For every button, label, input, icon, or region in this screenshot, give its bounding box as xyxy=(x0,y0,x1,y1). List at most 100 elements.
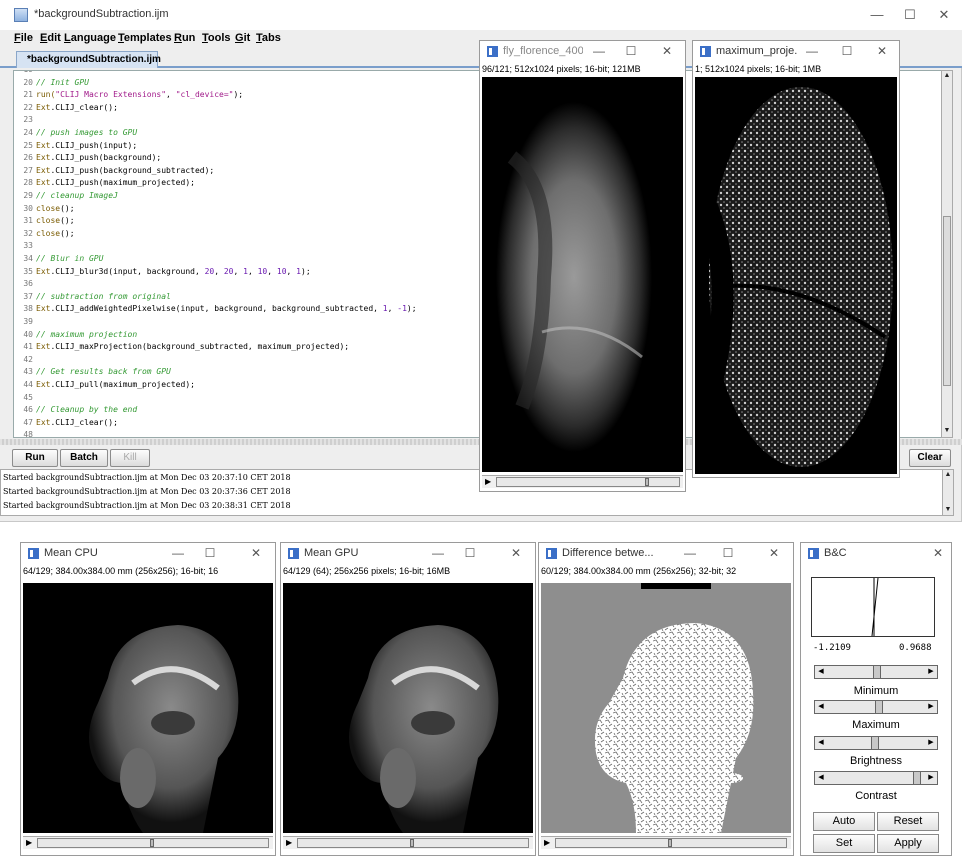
image-canvas-mean-cpu[interactable] xyxy=(23,583,273,833)
output-line: Started backgroundSubtraction.ijm at Mon… xyxy=(3,501,291,510)
close-icon[interactable]: ✕ xyxy=(929,546,947,560)
output-vertical-scrollbar[interactable]: ▲ ▼ xyxy=(942,469,954,516)
maximize-icon[interactable]: ☐ xyxy=(719,546,737,560)
slice-knob[interactable] xyxy=(645,478,649,486)
kill-button[interactable]: Kill xyxy=(110,449,150,467)
image-canvas-mean-gpu[interactable] xyxy=(283,583,533,833)
minimize-icon[interactable]: — xyxy=(862,6,892,24)
image-window-mean-gpu[interactable]: Mean GPU — ☐ ✕ 64/129 (64); 256x256 pixe… xyxy=(280,542,536,856)
output-line: Started backgroundSubtraction.ijm at Mon… xyxy=(3,487,291,496)
code-token: .CLIJ_clear(); xyxy=(50,417,118,427)
batch-button[interactable]: Batch xyxy=(60,449,108,467)
window-titlebar[interactable]: Mean GPU — ☐ ✕ xyxy=(281,543,535,565)
slider-knob[interactable] xyxy=(875,701,883,713)
menu-language[interactable]: Language xyxy=(64,32,116,44)
scroll-up-icon[interactable]: ▲ xyxy=(943,470,953,480)
close-icon[interactable]: ✕ xyxy=(765,546,783,560)
image-window-mean-cpu[interactable]: Mean CPU — ☐ ✕ 64/129; 384.00x384.00 mm … xyxy=(20,542,276,856)
right-arrow-icon[interactable]: ▶ xyxy=(926,701,936,713)
menu-run[interactable]: Run xyxy=(174,32,195,44)
slice-knob[interactable] xyxy=(668,839,672,847)
code-token: 20 xyxy=(223,266,234,276)
minimize-icon[interactable]: — xyxy=(681,546,699,560)
window-titlebar[interactable]: B&C ✕ xyxy=(801,543,951,565)
slice-scrollbar[interactable]: ▶ xyxy=(541,836,791,849)
slider-knob[interactable] xyxy=(871,737,879,749)
right-arrow-icon[interactable]: ▶ xyxy=(926,666,936,678)
close-icon[interactable]: ✕ xyxy=(247,546,265,560)
slider-knob[interactable] xyxy=(913,772,921,784)
minimum-slider[interactable]: ◀ ▶ xyxy=(814,665,938,679)
image-window-difference[interactable]: Difference betwe... — ☐ ✕ 60/129; 384.00… xyxy=(538,542,794,856)
play-icon[interactable]: ▶ xyxy=(544,838,550,847)
contrast-slider[interactable]: ◀ ▶ xyxy=(814,771,938,785)
window-titlebar[interactable]: fly_florence_400.... — ☐ ✕ xyxy=(480,41,685,63)
slice-scrollbar[interactable]: ▶ xyxy=(283,836,533,849)
code-line: 34// Blur in GPU xyxy=(14,252,103,265)
auto-button[interactable]: Auto xyxy=(813,812,875,831)
menu-edit[interactable]: Edit xyxy=(40,32,61,44)
min-value: -1.2109 xyxy=(813,643,851,653)
image-canvas-fly[interactable] xyxy=(482,77,683,472)
slice-knob[interactable] xyxy=(150,839,154,847)
brightness-slider[interactable]: ◀ ▶ xyxy=(814,736,938,750)
window-titlebar[interactable]: maximum_proje... — ☐ ✕ xyxy=(693,41,899,63)
slider-knob[interactable] xyxy=(873,666,881,678)
code-token: , xyxy=(387,304,398,314)
close-icon[interactable]: ✕ xyxy=(929,6,959,24)
play-icon[interactable]: ▶ xyxy=(286,838,292,847)
reset-button[interactable]: Reset xyxy=(877,812,939,831)
scroll-down-icon[interactable]: ▼ xyxy=(942,426,952,436)
play-icon[interactable]: ▶ xyxy=(485,477,491,486)
play-icon[interactable]: ▶ xyxy=(26,838,32,847)
clear-button[interactable]: Clear xyxy=(909,449,951,467)
right-arrow-icon[interactable]: ▶ xyxy=(926,737,936,749)
apply-button[interactable]: Apply xyxy=(877,834,939,853)
menu-tools[interactable]: Tools xyxy=(202,32,231,44)
code-vertical-scrollbar[interactable]: ▲ ▼ xyxy=(941,70,953,438)
maximize-icon[interactable]: ☐ xyxy=(461,546,479,560)
close-icon[interactable]: ✕ xyxy=(507,546,525,560)
minimize-icon[interactable]: — xyxy=(590,44,608,58)
maximize-icon[interactable]: ☐ xyxy=(622,44,640,58)
slice-scrollbar[interactable]: ▶ xyxy=(23,836,273,849)
menu-templates[interactable]: Templates xyxy=(118,32,172,44)
left-arrow-icon[interactable]: ◀ xyxy=(816,701,826,713)
menu-file[interactable]: File xyxy=(14,32,33,44)
minimize-icon[interactable]: — xyxy=(429,546,447,560)
brightness-contrast-window[interactable]: B&C ✕ -1.2109 0.9688 ◀ ▶ Minimum ◀ ▶ Max… xyxy=(800,542,952,856)
line-number: 47 xyxy=(23,417,33,427)
left-arrow-icon[interactable]: ◀ xyxy=(816,772,826,784)
image-canvas-difference[interactable] xyxy=(541,583,791,833)
minimize-icon[interactable]: — xyxy=(803,44,821,58)
slice-knob[interactable] xyxy=(410,839,414,847)
maximize-icon[interactable]: ☐ xyxy=(895,6,925,24)
code-token: "CLIJ Macro Extensions" xyxy=(55,90,167,100)
image-window-fly[interactable]: fly_florence_400.... — ☐ ✕ 96/121; 512x1… xyxy=(479,40,686,492)
window-titlebar[interactable]: Difference betwe... — ☐ ✕ xyxy=(539,543,793,565)
left-arrow-icon[interactable]: ◀ xyxy=(816,666,826,678)
fly-embryo-image xyxy=(496,102,652,452)
maximize-icon[interactable]: ☐ xyxy=(838,44,856,58)
code-line: 40// maximum projection xyxy=(14,328,137,341)
code-line: 37// subtraction from original xyxy=(14,290,171,303)
right-arrow-icon[interactable]: ▶ xyxy=(926,772,936,784)
scroll-down-icon[interactable]: ▼ xyxy=(943,505,953,515)
menu-tabs[interactable]: Tabs xyxy=(256,32,281,44)
slice-scrollbar[interactable]: ▶ xyxy=(482,475,683,488)
menu-git[interactable]: Git xyxy=(235,32,250,44)
run-button[interactable]: Run xyxy=(12,449,58,467)
left-arrow-icon[interactable]: ◀ xyxy=(816,737,826,749)
maximize-icon[interactable]: ☐ xyxy=(201,546,219,560)
maximum-slider[interactable]: ◀ ▶ xyxy=(814,700,938,714)
image-window-maxproj[interactable]: maximum_proje... — ☐ ✕ 1; 512x1024 pixel… xyxy=(692,40,900,478)
set-button[interactable]: Set xyxy=(813,834,875,853)
close-icon[interactable]: ✕ xyxy=(873,44,891,58)
minimize-icon[interactable]: — xyxy=(169,546,187,560)
image-canvas-maxproj[interactable] xyxy=(695,77,897,474)
window-titlebar[interactable]: Mean CPU — ☐ ✕ xyxy=(21,543,275,565)
close-icon[interactable]: ✕ xyxy=(658,44,676,58)
scroll-up-icon[interactable]: ▲ xyxy=(942,71,952,81)
tab-background-subtraction[interactable]: *backgroundSubtraction.ijm xyxy=(16,51,161,68)
code-scroll-thumb[interactable] xyxy=(943,216,951,386)
